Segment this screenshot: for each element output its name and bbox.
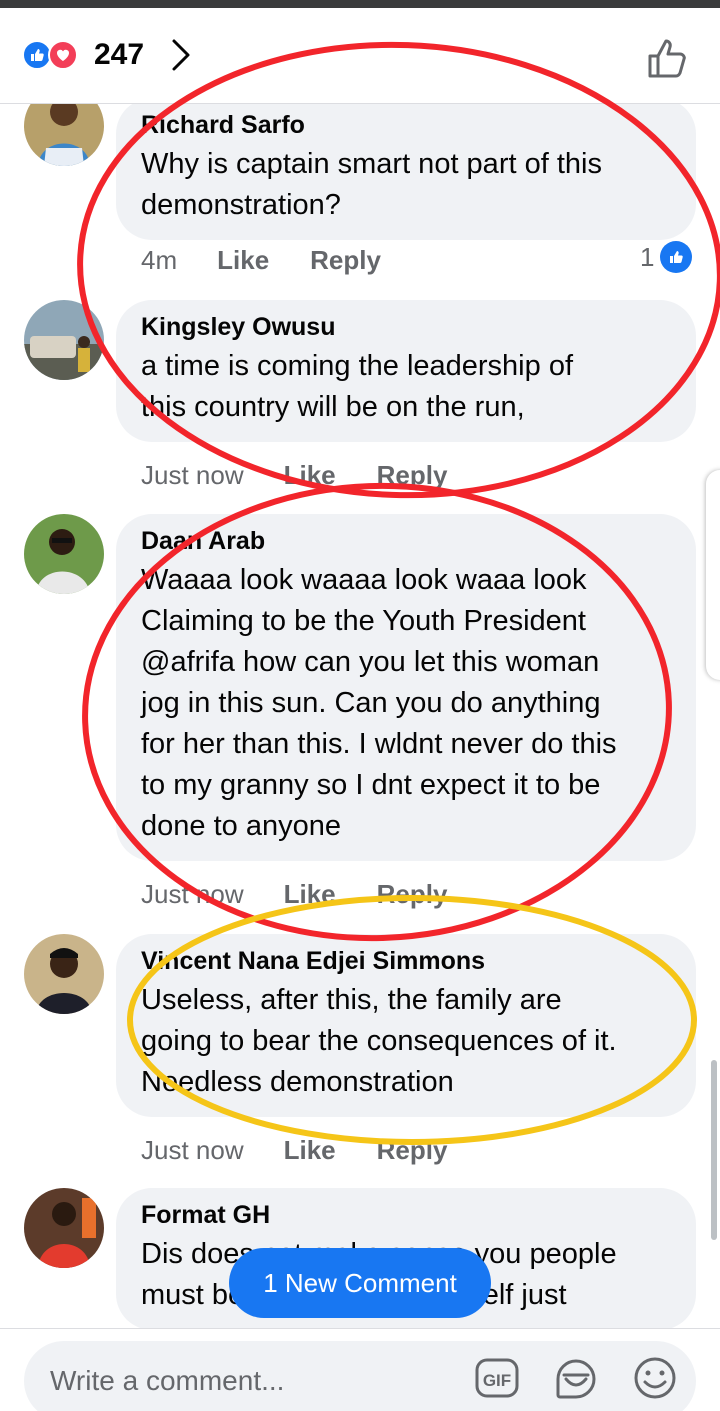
- gif-icon[interactable]: GIF: [474, 1355, 520, 1401]
- comment-author[interactable]: Richard Sarfo: [141, 110, 672, 140]
- comment-bubble[interactable]: Vincent Nana Edjei Simmons Useless, afte…: [116, 934, 696, 1117]
- reactions-header: 247: [0, 8, 720, 104]
- reply-button[interactable]: Reply: [377, 1135, 448, 1166]
- comment-text: Waaaa look waaaa look waaa look Claiming…: [141, 564, 617, 842]
- comment-text: Why is captain smart not part of this de…: [141, 148, 602, 221]
- like-button[interactable]: Like: [284, 879, 336, 910]
- thumbs-up-icon: [660, 241, 693, 273]
- smiley-icon[interactable]: [632, 1355, 678, 1401]
- comment-bubble[interactable]: Daan Arab Waaaa look waaaa look waaa loo…: [116, 514, 696, 861]
- like-button[interactable]: Like: [284, 1135, 336, 1166]
- comment-text: Useless, after this, the family are goin…: [141, 984, 617, 1098]
- thumbs-up-outline-icon[interactable]: [644, 36, 690, 82]
- comment-author[interactable]: Kingsley Owusu: [141, 312, 672, 342]
- avatar[interactable]: [24, 514, 104, 594]
- comment-actions: 4m Like Reply: [141, 245, 381, 276]
- status-strip: [0, 0, 720, 8]
- reply-button[interactable]: Reply: [377, 460, 448, 491]
- comment-text: a time is coming the leadership of this …: [141, 350, 573, 423]
- comment-actions: Just now Like Reply: [141, 1135, 447, 1166]
- comment-time: 4m: [141, 245, 178, 275]
- comment-reaction-badge[interactable]: 1: [640, 241, 693, 273]
- avatar[interactable]: [24, 300, 104, 380]
- comment-author[interactable]: Vincent Nana Edjei Simmons: [141, 946, 672, 976]
- comment-time: Just now: [141, 1135, 244, 1165]
- comment-thread[interactable]: Richard Sarfo Why is captain smart not p…: [0, 104, 720, 1328]
- new-comment-button[interactable]: 1 New Comment: [229, 1248, 491, 1318]
- avatar[interactable]: [24, 1188, 104, 1268]
- side-panel-edge[interactable]: [706, 470, 720, 680]
- scrollbar[interactable]: [711, 1060, 717, 1240]
- comment-time: Just now: [141, 879, 244, 909]
- reply-button[interactable]: Reply: [377, 879, 448, 910]
- heart-icon: [48, 40, 78, 70]
- reaction-summary[interactable]: [22, 40, 88, 70]
- comment-input[interactable]: Write a comment... GIF: [24, 1341, 696, 1411]
- comment-author[interactable]: Format GH: [141, 1200, 672, 1230]
- comment-time: Just now: [141, 460, 244, 490]
- sticker-icon[interactable]: [552, 1355, 600, 1403]
- comment-author[interactable]: Daan Arab: [141, 526, 672, 556]
- comment-reaction-count: 1: [640, 241, 655, 272]
- like-button[interactable]: Like: [217, 245, 269, 276]
- comment-bubble[interactable]: Kingsley Owusu a time is coming the lead…: [116, 300, 696, 442]
- like-button[interactable]: Like: [284, 460, 336, 491]
- comment-actions: Just now Like Reply: [141, 879, 447, 910]
- chevron-right-icon[interactable]: [166, 38, 196, 72]
- svg-text:GIF: GIF: [483, 1371, 511, 1390]
- comment-composer-bar: Write a comment... GIF: [0, 1328, 720, 1411]
- comment-input-placeholder[interactable]: Write a comment...: [50, 1365, 284, 1397]
- avatar[interactable]: [24, 934, 104, 1014]
- avatar[interactable]: [24, 104, 104, 166]
- comment-bubble[interactable]: Richard Sarfo Why is captain smart not p…: [116, 104, 696, 240]
- comment-actions: Just now Like Reply: [141, 460, 447, 491]
- reaction-count[interactable]: 247: [94, 38, 144, 72]
- reply-button[interactable]: Reply: [310, 245, 381, 276]
